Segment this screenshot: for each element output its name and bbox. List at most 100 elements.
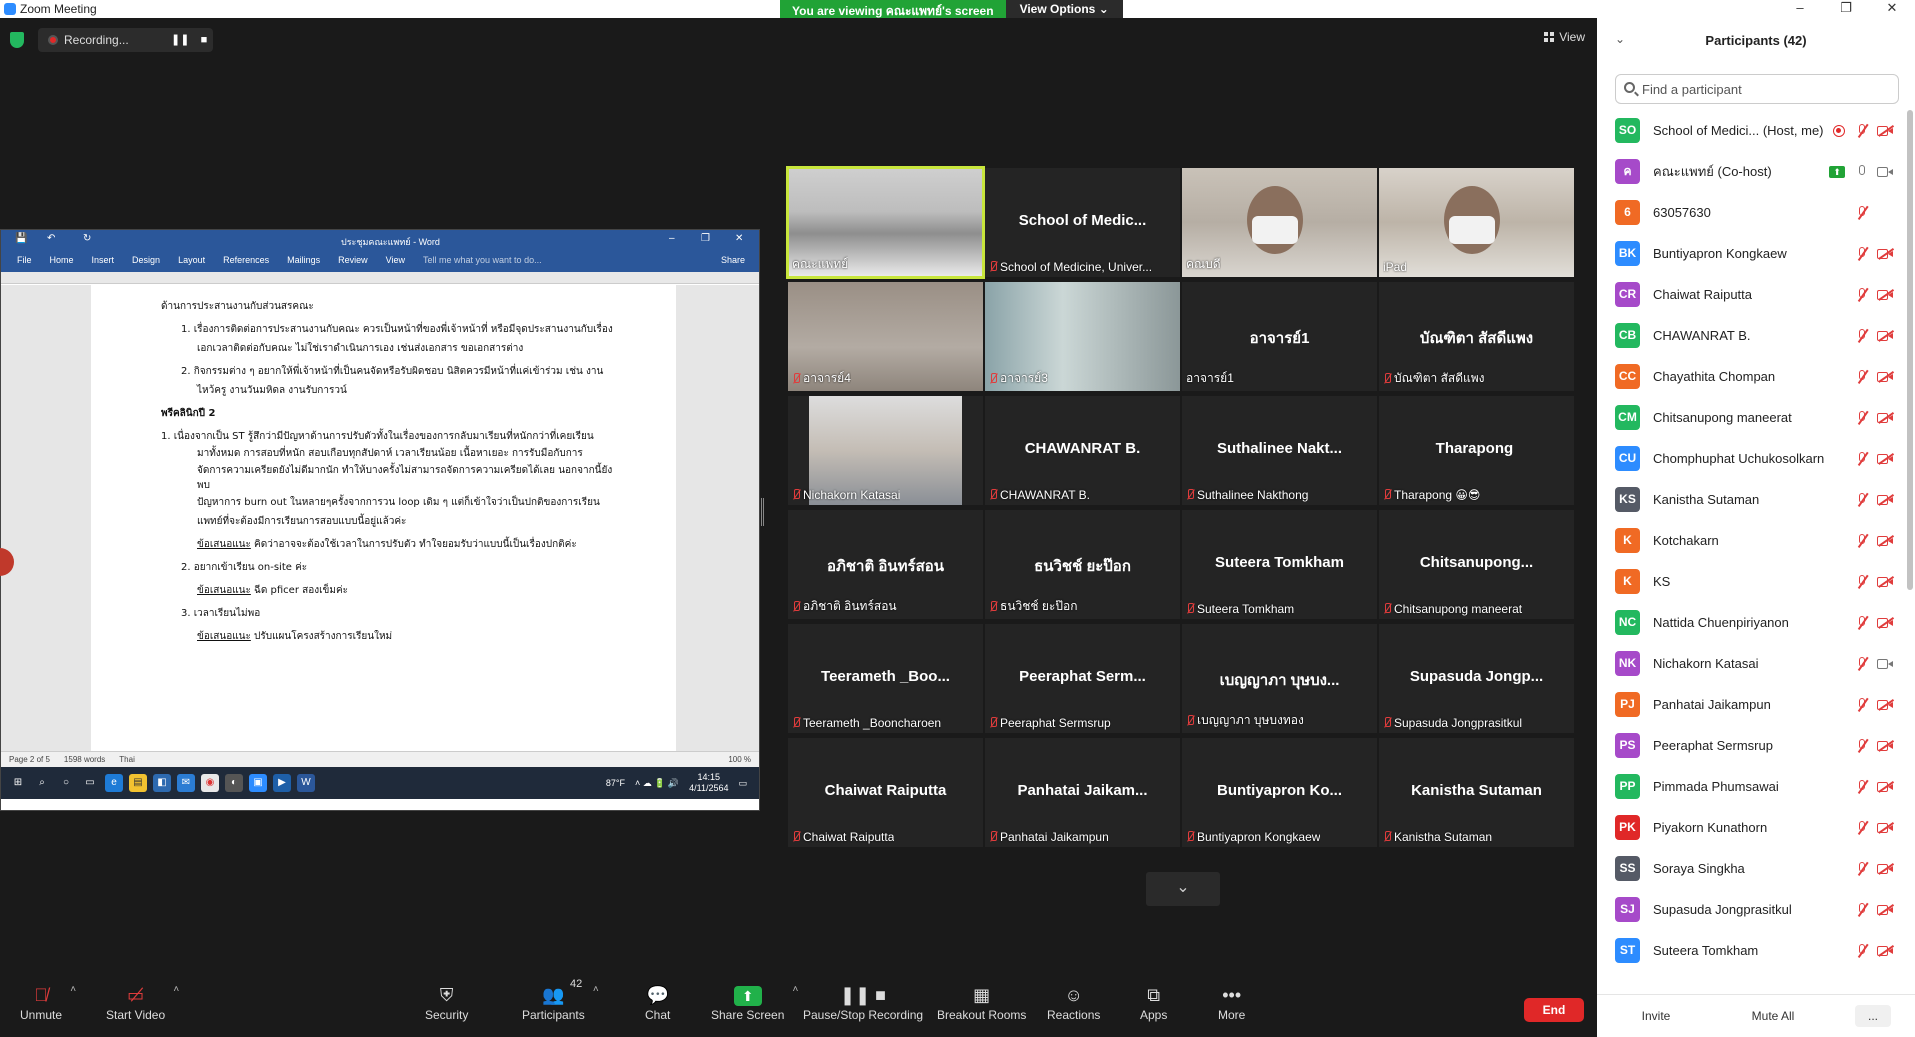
participant-row[interactable]: PS Peeraphat Sermsrup: [1597, 725, 1915, 766]
video-icon[interactable]: [1877, 657, 1893, 671]
video-tile[interactable]: Tharapong ​​ Tharapong 😀😎: [1379, 396, 1574, 505]
chrome-icon[interactable]: ◉: [201, 774, 219, 792]
video-tile[interactable]: อาจารย์1 อาจารย์1: [1182, 282, 1377, 391]
muted-mic-icon[interactable]: [1854, 820, 1870, 835]
pause-stop-recording-button[interactable]: ❚❚ ■ Pause/Stop Recording: [803, 984, 923, 1022]
video-tile[interactable]: School of Medic... School of Medicine, Un…: [985, 168, 1180, 277]
participant-row[interactable]: NC Nattida Chuenpiriyanon: [1597, 602, 1915, 643]
status-zoom[interactable]: 100 %: [728, 755, 751, 764]
word-tab-references[interactable]: References: [223, 255, 269, 272]
participant-row[interactable]: PK Piyakorn Kunathorn: [1597, 807, 1915, 848]
participant-row[interactable]: BK Buntiyapron Kongkaew: [1597, 233, 1915, 274]
video-tile[interactable]: CHAWANRAT B. CHAWANRAT B.: [985, 396, 1180, 505]
video-off-icon[interactable]: [1877, 903, 1894, 917]
word-tab-home[interactable]: Home: [50, 255, 74, 272]
video-tile[interactable]: Suthalinee Nakt... Suthalinee Nakthong: [1182, 396, 1377, 505]
video-tile[interactable]: อภิชาติ อินทร์สอน อภิชาติ อินทร์สอน: [788, 510, 983, 619]
word-tab-design[interactable]: Design: [132, 255, 160, 272]
participant-row[interactable]: CB CHAWANRAT B.: [1597, 315, 1915, 356]
participant-row[interactable]: CM Chitsanupong maneerat: [1597, 397, 1915, 438]
cortana-icon[interactable]: ○: [57, 774, 75, 792]
tray-icons[interactable]: ˄ ☁ 🔋 🔊: [635, 778, 679, 789]
share-screen-button[interactable]: ⬆ Share Screen ˄: [711, 984, 798, 1022]
video-off-icon[interactable]: [1877, 575, 1894, 589]
gallery-scroll-down-button[interactable]: ⌄: [1146, 872, 1220, 906]
video-tile[interactable]: Teerameth _Boo... Teerameth _Booncharoen: [788, 624, 983, 733]
restore-button[interactable]: ❐: [1828, 0, 1864, 18]
video-tile[interactable]: Chitsanupong... Chitsanupong maneerat: [1379, 510, 1574, 619]
app-icon[interactable]: ◐: [225, 774, 243, 792]
muted-mic-icon[interactable]: [1854, 738, 1870, 753]
participant-row[interactable]: PP Pimmada Phumsawai: [1597, 766, 1915, 807]
participant-row[interactable]: K KS: [1597, 561, 1915, 602]
panel-more-button[interactable]: ...: [1855, 1005, 1891, 1027]
muted-mic-icon[interactable]: [1854, 369, 1870, 384]
video-tile[interactable]: คณะแพทย์: [786, 166, 985, 279]
muted-mic-icon[interactable]: [1854, 656, 1870, 671]
file-explorer-icon[interactable]: ▤: [129, 774, 147, 792]
pause-recording-button[interactable]: ❚❚: [171, 31, 189, 49]
stop-recording-button[interactable]: ■: [195, 31, 213, 49]
security-button[interactable]: ⛨ Security: [425, 984, 468, 1022]
reactions-button[interactable]: ☺ Reactions: [1047, 984, 1100, 1022]
muted-mic-icon[interactable]: [1854, 902, 1870, 917]
video-tile[interactable]: อาจารย์4: [788, 282, 983, 391]
video-off-icon[interactable]: [1877, 247, 1894, 261]
video-off-icon[interactable]: [1877, 411, 1894, 425]
participant-row[interactable]: CR Chaiwat Raiputta: [1597, 274, 1915, 315]
participant-row[interactable]: SJ Supasuda Jongprasitkul: [1597, 889, 1915, 930]
word-tab-file[interactable]: File: [17, 255, 32, 272]
participant-row[interactable]: K Kotchakarn: [1597, 520, 1915, 561]
video-off-icon[interactable]: [1877, 862, 1894, 876]
view-button[interactable]: View: [1544, 30, 1585, 44]
muted-mic-icon[interactable]: [1854, 451, 1870, 466]
video-options-caret-icon[interactable]: ˄: [173, 984, 179, 995]
word-restore-icon[interactable]: ❐: [701, 233, 710, 244]
participant-row[interactable]: NK Nichakorn Katasai: [1597, 643, 1915, 684]
video-off-icon[interactable]: [1877, 493, 1894, 507]
video-tile[interactable]: Suteera Tomkham Suteera Tomkham: [1182, 510, 1377, 619]
mail-icon[interactable]: ✉: [177, 774, 195, 792]
edge-icon[interactable]: e: [105, 774, 123, 792]
invite-button[interactable]: Invite: [1627, 1005, 1685, 1027]
participants-caret-icon[interactable]: ˄: [593, 984, 599, 995]
muted-mic-icon[interactable]: [1854, 123, 1870, 138]
document-page[interactable]: ด้านการประสานงานกับส่วนสรคณะ 1. เรื่องกา…: [91, 285, 676, 751]
video-tile[interactable]: คณบดี: [1182, 168, 1377, 277]
notification-icon[interactable]: ▭: [738, 778, 747, 789]
zoom-taskbar-icon[interactable]: ▣: [249, 774, 267, 792]
participant-row[interactable]: PJ Panhatai Jaikampun: [1597, 684, 1915, 725]
word-tab-view[interactable]: View: [386, 255, 405, 272]
participant-row[interactable]: KS Kanistha Sutaman: [1597, 479, 1915, 520]
video-tile[interactable]: Peeraphat Serm... Peeraphat Sermsrup: [985, 624, 1180, 733]
muted-mic-icon[interactable]: [1854, 328, 1870, 343]
video-icon[interactable]: [1877, 165, 1893, 179]
video-off-icon[interactable]: [1877, 370, 1894, 384]
close-button[interactable]: ✕: [1874, 0, 1910, 18]
video-tile[interactable]: เบญญาภา บุษบง... เบญญาภา บุษบงทอง: [1182, 624, 1377, 733]
participant-row[interactable]: SO School of Medici... (Host, me): [1597, 110, 1915, 151]
word-share-button[interactable]: Share: [721, 255, 745, 272]
minimize-button[interactable]: –: [1782, 0, 1818, 18]
video-off-icon[interactable]: [1877, 698, 1894, 712]
video-off-icon[interactable]: [1877, 739, 1894, 753]
media-icon[interactable]: ▶: [273, 774, 291, 792]
muted-mic-icon[interactable]: [1854, 410, 1870, 425]
save-icon[interactable]: 💾: [15, 233, 27, 244]
muted-mic-icon[interactable]: [1854, 943, 1870, 958]
mic-icon[interactable]: [1854, 164, 1870, 179]
muted-mic-icon[interactable]: [1854, 697, 1870, 712]
weather-temp[interactable]: 87°F: [606, 778, 625, 788]
video-tile[interactable]: Panhatai Jaikam... Panhatai Jaikampun: [985, 738, 1180, 847]
muted-mic-icon[interactable]: [1854, 492, 1870, 507]
video-off-icon[interactable]: [1877, 616, 1894, 630]
video-off-icon[interactable]: [1877, 288, 1894, 302]
word-tab-review[interactable]: Review: [338, 255, 368, 272]
audio-options-caret-icon[interactable]: ˄: [70, 984, 76, 995]
participants-button[interactable]: 👥 42 Participants ˄: [522, 978, 599, 1022]
redo-icon[interactable]: ↻: [83, 233, 91, 244]
video-tile[interactable]: iPad: [1379, 168, 1574, 277]
start-video-button[interactable]: ▭̸ Start Video ˄: [106, 984, 179, 1022]
participant-row[interactable]: ค คณะแพทย์ (Co-host) ⬆: [1597, 151, 1915, 192]
breakout-rooms-button[interactable]: ▦ Breakout Rooms: [937, 984, 1026, 1022]
